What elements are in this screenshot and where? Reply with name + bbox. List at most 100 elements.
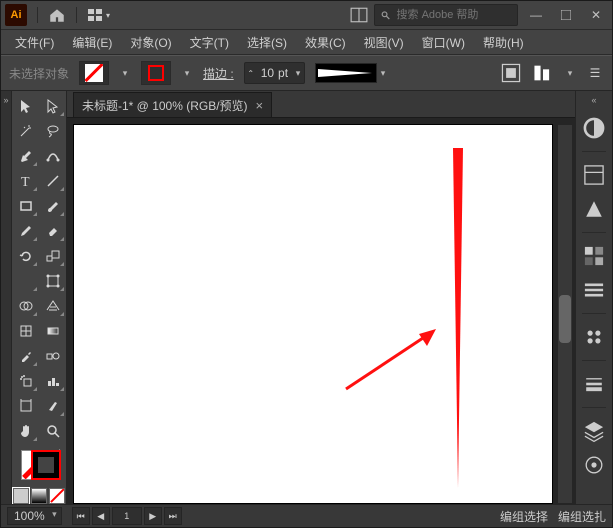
menu-select[interactable]: 选择(S) bbox=[239, 31, 295, 54]
minimize-button[interactable]: — bbox=[524, 5, 548, 25]
mesh-tool-icon[interactable] bbox=[14, 320, 38, 342]
red-tapered-stroke bbox=[453, 148, 463, 488]
control-bar: 未选择对象 ▾ ▾ 描边 : ⌃ 10 pt ▾ ▾ ▾ ☰ bbox=[1, 55, 612, 91]
appearance-panel-icon[interactable] bbox=[581, 452, 607, 478]
menu-view[interactable]: 视图(V) bbox=[356, 31, 412, 54]
stroke-weight-input[interactable]: ⌃ 10 pt ▾ bbox=[244, 62, 305, 84]
align-artboard-icon[interactable] bbox=[500, 62, 522, 84]
perspective-grid-tool-icon[interactable] bbox=[41, 295, 65, 317]
layers-panel-icon[interactable] bbox=[581, 418, 607, 444]
illustrator-window: Ai ▾ — ✕ 文件(F) 编辑(E) 对象(O) 文字(T) 选择(S) 效… bbox=[0, 0, 613, 528]
align-dropdown[interactable]: ▾ bbox=[564, 64, 576, 82]
type-tool-icon[interactable]: T bbox=[14, 170, 38, 192]
stroke-panel-icon[interactable] bbox=[581, 371, 607, 397]
color-mode-none[interactable] bbox=[49, 488, 65, 504]
selection-tool-icon[interactable] bbox=[14, 95, 38, 117]
eyedropper-tool-icon[interactable] bbox=[14, 345, 38, 367]
default-fill-stroke-icon[interactable] bbox=[17, 470, 27, 480]
color-panel-icon[interactable] bbox=[581, 115, 607, 141]
document-tab-title: 未标题-1* @ 100% (RGB/预览) bbox=[82, 97, 248, 114]
swatches-panel-icon[interactable] bbox=[581, 243, 607, 269]
right-panel-dock: « bbox=[575, 91, 612, 504]
color-mode-gradient[interactable] bbox=[31, 488, 47, 504]
color-mode-solid[interactable] bbox=[13, 488, 29, 504]
stroke-weight-value: 10 bbox=[257, 66, 278, 80]
artboard-canvas[interactable] bbox=[73, 124, 553, 504]
search-input[interactable] bbox=[395, 8, 511, 22]
eraser-tool-icon[interactable] bbox=[41, 220, 65, 242]
workspace-dropdown[interactable]: ▾ bbox=[87, 6, 111, 24]
zoom-level[interactable]: 100% bbox=[7, 507, 62, 525]
prev-artboard-button[interactable]: ◀ bbox=[92, 507, 110, 525]
arrange-docs-icon[interactable] bbox=[350, 6, 368, 24]
collapse-right-icon[interactable]: « bbox=[591, 95, 596, 105]
hand-tool-icon[interactable] bbox=[14, 420, 38, 442]
first-artboard-button[interactable]: ⏮ bbox=[72, 507, 90, 525]
menu-object[interactable]: 对象(O) bbox=[122, 31, 179, 54]
blend-tool-icon[interactable] bbox=[41, 345, 65, 367]
next-artboard-button[interactable]: ▶ bbox=[144, 507, 162, 525]
column-graph-tool-icon[interactable] bbox=[41, 370, 65, 392]
symbols-panel-icon[interactable] bbox=[581, 324, 607, 350]
line-tool-icon[interactable] bbox=[41, 170, 65, 192]
menu-file[interactable]: 文件(F) bbox=[7, 31, 62, 54]
magic-wand-tool-icon[interactable] bbox=[14, 120, 38, 142]
maximize-button[interactable] bbox=[554, 5, 578, 25]
rectangle-tool-icon[interactable] bbox=[14, 195, 38, 217]
stroke-swatch[interactable] bbox=[141, 61, 171, 85]
fill-stroke-indicator[interactable]: ⤾ bbox=[19, 450, 59, 476]
free-transform-tool-icon[interactable] bbox=[41, 270, 65, 292]
paintbrush-tool-icon[interactable] bbox=[41, 195, 65, 217]
vertical-scrollbar[interactable] bbox=[557, 124, 573, 504]
stroke-label[interactable]: 描边 : bbox=[203, 65, 234, 82]
pen-tool-icon[interactable] bbox=[14, 145, 38, 167]
last-artboard-button[interactable]: ⏭ bbox=[164, 507, 182, 525]
slice-tool-icon[interactable] bbox=[41, 395, 65, 417]
shape-builder-tool-icon[interactable] bbox=[14, 295, 38, 317]
curvature-tool-icon[interactable] bbox=[41, 145, 65, 167]
tools-panel: T bbox=[12, 91, 67, 504]
direct-selection-tool-icon[interactable] bbox=[41, 95, 65, 117]
lasso-tool-icon[interactable] bbox=[41, 120, 65, 142]
color-mode-row bbox=[13, 488, 65, 504]
width-tool-icon[interactable] bbox=[14, 270, 38, 292]
collapse-left-icon[interactable]: » bbox=[3, 95, 8, 105]
gradient-tool-icon[interactable] bbox=[41, 320, 65, 342]
fill-swatch[interactable] bbox=[79, 61, 109, 85]
artboard-tool-icon[interactable] bbox=[14, 395, 38, 417]
stroke-weight-dropdown[interactable]: ▾ bbox=[292, 64, 304, 82]
shape-panel-icon[interactable] bbox=[581, 196, 607, 222]
brush-dropdown[interactable]: ▾ bbox=[377, 64, 389, 82]
menu-help[interactable]: 帮助(H) bbox=[475, 31, 532, 54]
artboard-number[interactable]: 1 bbox=[112, 507, 142, 525]
stroke-dropdown[interactable]: ▾ bbox=[181, 64, 193, 82]
menu-effect[interactable]: 效果(C) bbox=[297, 31, 354, 54]
selection-status: 未选择对象 bbox=[9, 65, 69, 82]
document-tab[interactable]: 未标题-1* @ 100% (RGB/预览) × bbox=[73, 92, 272, 117]
brushes-panel-icon[interactable] bbox=[581, 277, 607, 303]
status-mode: 编组选择 bbox=[500, 508, 548, 525]
scale-tool-icon[interactable] bbox=[41, 245, 65, 267]
fill-dropdown[interactable]: ▾ bbox=[119, 64, 131, 82]
scrollbar-thumb[interactable] bbox=[559, 295, 571, 343]
brush-definition[interactable] bbox=[315, 63, 377, 83]
control-bar-menu-icon[interactable]: ☰ bbox=[586, 62, 604, 84]
stroke-weight-stepper[interactable]: ⌃ bbox=[245, 69, 257, 78]
align-panel-icon[interactable] bbox=[532, 62, 554, 84]
search-box[interactable] bbox=[374, 4, 518, 26]
workspace-body: » T bbox=[1, 91, 612, 504]
zoom-tool-icon[interactable] bbox=[41, 420, 65, 442]
close-tab-icon[interactable]: × bbox=[256, 98, 264, 113]
menu-bar: 文件(F) 编辑(E) 对象(O) 文字(T) 选择(S) 效果(C) 视图(V… bbox=[1, 30, 612, 55]
rotate-tool-icon[interactable] bbox=[14, 245, 38, 267]
close-button[interactable]: ✕ bbox=[584, 5, 608, 25]
left-gutter[interactable]: » bbox=[1, 91, 12, 504]
stroke-indicator[interactable] bbox=[33, 452, 59, 478]
menu-edit[interactable]: 编辑(E) bbox=[64, 31, 120, 54]
menu-window[interactable]: 窗口(W) bbox=[414, 31, 473, 54]
libraries-panel-icon[interactable] bbox=[581, 162, 607, 188]
menu-type[interactable]: 文字(T) bbox=[182, 31, 237, 54]
pencil-tool-icon[interactable] bbox=[14, 220, 38, 242]
symbol-sprayer-tool-icon[interactable] bbox=[14, 370, 38, 392]
home-icon[interactable] bbox=[48, 6, 66, 24]
